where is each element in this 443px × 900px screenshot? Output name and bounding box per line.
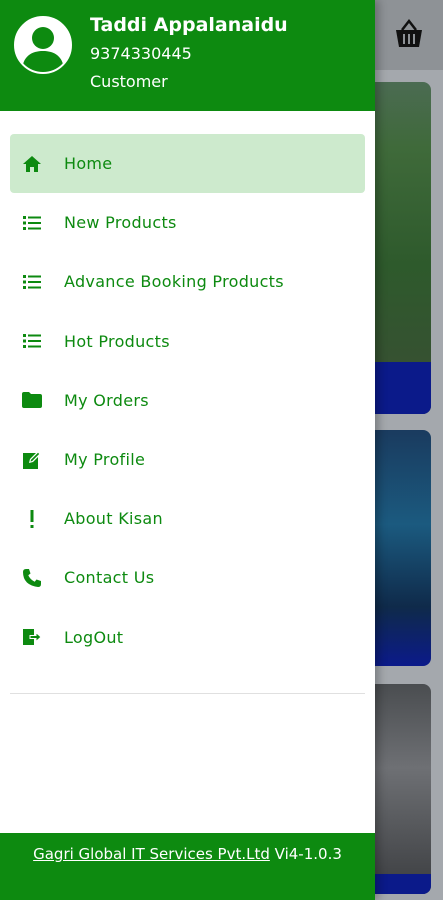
banner-card-farm[interactable] xyxy=(375,82,431,414)
menu-item-label: New Products xyxy=(64,213,177,233)
user-avatar-icon xyxy=(22,27,64,72)
basket-icon xyxy=(396,18,422,47)
menu-item-label: About Kisan xyxy=(64,509,163,529)
navigation-drawer: Taddi Appalanaidu 9374330445 Customer Ho… xyxy=(0,0,375,900)
drawer-menu: Home New Products Advance Booking Produc… xyxy=(0,134,375,667)
menu-item-advance-booking[interactable]: Advance Booking Products xyxy=(10,252,365,311)
menu-item-logout[interactable]: LogOut xyxy=(10,608,365,667)
avatar xyxy=(14,16,72,74)
banner-band xyxy=(375,362,431,414)
menu-item-new-products[interactable]: New Products xyxy=(10,193,365,252)
list-icon xyxy=(10,333,54,349)
menu-item-my-orders[interactable]: My Orders xyxy=(10,371,365,430)
menu-item-label: Contact Us xyxy=(64,568,155,588)
banner-card-tech[interactable] xyxy=(375,430,431,666)
menu-item-about-kisan[interactable]: About Kisan xyxy=(10,489,365,548)
list-icon xyxy=(10,215,54,231)
cart-button[interactable] xyxy=(389,14,429,54)
drawer-header: Taddi Appalanaidu 9374330445 Customer xyxy=(0,0,375,111)
list-icon xyxy=(10,274,54,290)
home-icon xyxy=(10,154,54,174)
app-version: Vi4-1.0.3 xyxy=(274,845,342,863)
user-phone: 9374330445 xyxy=(90,44,192,63)
folder-icon xyxy=(10,391,54,409)
exclamation-icon xyxy=(10,509,54,529)
menu-item-label: LogOut xyxy=(64,627,124,647)
menu-item-label: Advance Booking Products xyxy=(64,272,284,292)
drawer-footer: Gagri Global IT Services Pvt.Ltd Vi4-1.0… xyxy=(0,833,375,900)
menu-divider xyxy=(10,693,365,694)
menu-item-label: Home xyxy=(64,154,113,174)
banner-card-tools[interactable] xyxy=(375,684,431,894)
menu-item-my-profile[interactable]: My Profile xyxy=(10,430,365,489)
menu-item-hot-products[interactable]: Hot Products xyxy=(10,312,365,371)
user-role: Customer xyxy=(90,72,168,91)
menu-item-label: Hot Products xyxy=(64,331,170,351)
user-name: Taddi Appalanaidu xyxy=(90,14,288,36)
menu-item-home[interactable]: Home xyxy=(10,134,365,194)
banner-band xyxy=(375,874,431,894)
menu-item-contact-us[interactable]: Contact Us xyxy=(10,548,365,607)
logout-icon xyxy=(10,627,54,647)
edit-icon xyxy=(10,450,54,470)
menu-item-label: My Profile xyxy=(64,450,146,470)
menu-item-label: My Orders xyxy=(64,390,149,410)
company-link[interactable]: Gagri Global IT Services Pvt.Ltd xyxy=(33,845,270,863)
phone-icon xyxy=(10,568,54,588)
